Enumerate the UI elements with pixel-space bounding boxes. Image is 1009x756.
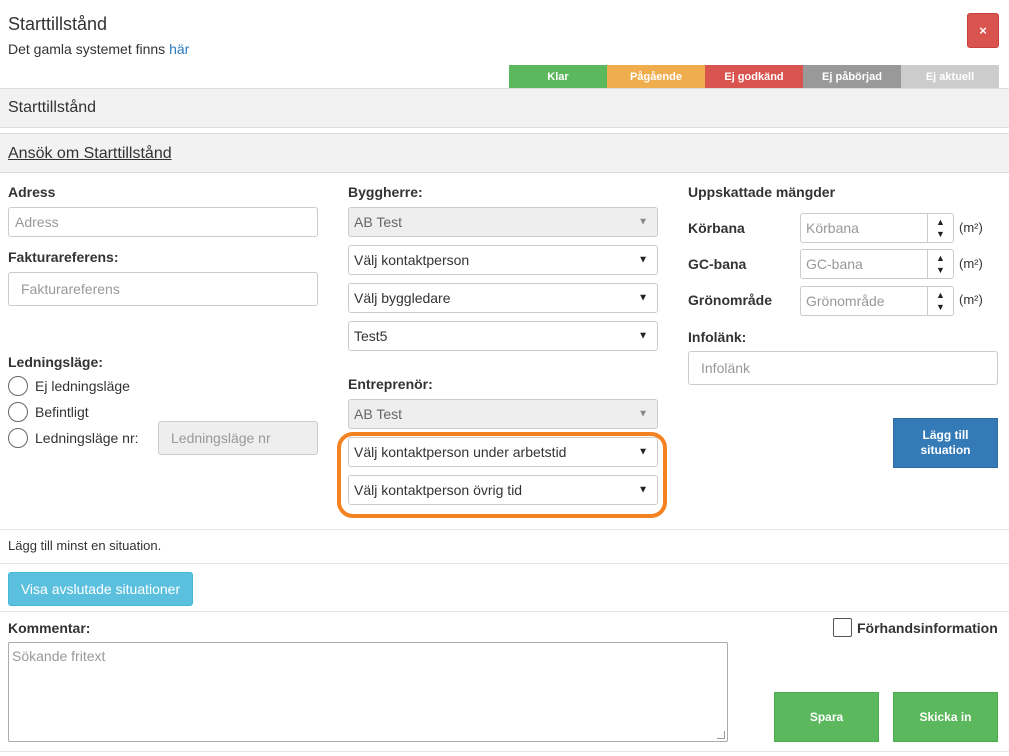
caret-down-icon: ▼ (638, 330, 648, 342)
radio-existing-label: Befintligt (35, 404, 89, 420)
green-area-label: Grönområde (688, 292, 773, 308)
preinfo-label: Förhandsinformation (857, 620, 998, 636)
caret-down-icon[interactable]: ▼ (936, 264, 945, 276)
comment-textarea[interactable]: Sökande fritext (8, 642, 728, 742)
caret-down-icon[interactable]: ▼ (936, 301, 945, 313)
subtitle: Det gamla systemet finns här (8, 41, 189, 57)
test5-select-value: Test5 (354, 328, 388, 344)
divider (0, 563, 1009, 564)
preinfo-checkbox[interactable] (833, 618, 852, 637)
close-button[interactable]: × (967, 13, 999, 48)
gc-stepper[interactable]: GC-bana ▲ ▼ (800, 249, 954, 279)
caret-up-icon[interactable]: ▲ (936, 216, 945, 228)
road-label: Körbana (688, 220, 745, 236)
line-position-label: Ledningsläge: (8, 354, 103, 370)
divider (0, 751, 1009, 752)
radio-line-nr-label: Ledningsläge nr: (35, 430, 139, 446)
green-area-input[interactable]: Grönområde (801, 287, 927, 315)
gc-label: GC-bana (688, 256, 747, 272)
contractor-label: Entreprenör: (348, 376, 433, 392)
radio-no-line[interactable] (8, 376, 28, 396)
line-nr-input[interactable]: Ledningsläge nr (158, 421, 318, 455)
road-unit: (m²) (959, 220, 983, 235)
stepper-arrows[interactable]: ▲ ▼ (927, 214, 953, 242)
road-input[interactable]: Körbana (801, 214, 927, 242)
caret-down-icon[interactable]: ▼ (936, 228, 945, 240)
radio-line-nr[interactable] (8, 428, 28, 448)
old-system-link[interactable]: här (169, 41, 189, 57)
status-badge-ej-paborjad: Ej påbörjad (803, 65, 901, 88)
status-badge-pagaende: Pågående (607, 65, 705, 88)
invoice-label: Fakturareferens: (8, 249, 119, 265)
infolink-label: Infolänk: (688, 329, 747, 345)
status-badge-ej-godkand: Ej godkänd (705, 65, 803, 88)
caret-down-icon: ▼ (638, 254, 648, 266)
page-title: Starttillstånd (8, 14, 108, 34)
builder-select-value: AB Test (354, 214, 402, 230)
caret-up-icon[interactable]: ▲ (936, 289, 945, 301)
section-title-apply[interactable]: Ansök om Starttillstånd (8, 145, 172, 163)
contractor-select-value: AB Test (354, 406, 402, 422)
green-area-unit: (m²) (959, 292, 983, 307)
builder-select: AB Test ▼ (348, 207, 658, 237)
site-manager-select-value: Välj byggledare (354, 290, 451, 306)
section-header-main: Starttillstånd (0, 88, 1009, 128)
green-area-stepper[interactable]: Grönområde ▲ ▼ (800, 286, 954, 316)
status-badge-klar: Klar (509, 65, 607, 88)
comment-label: Kommentar: (8, 620, 91, 636)
road-stepper[interactable]: Körbana ▲ ▼ (800, 213, 954, 243)
comment-placeholder: Sökande fritext (12, 648, 106, 664)
gc-input[interactable]: GC-bana (801, 250, 927, 278)
stepper-arrows[interactable]: ▲ ▼ (927, 287, 953, 315)
subtitle-text: Det gamla systemet finns (8, 41, 170, 57)
status-badge-ej-aktuell: Ej aktuell (901, 65, 999, 88)
add-situation-label-2: situation (920, 443, 971, 457)
estimated-amounts-label: Uppskattade mängder (688, 184, 836, 200)
address-input[interactable]: Adress (8, 207, 318, 237)
divider (0, 529, 1009, 530)
contact-person-select-value: Välj kontaktperson (354, 252, 470, 268)
site-manager-select[interactable]: Välj byggledare ▼ (348, 283, 658, 313)
situation-note: Lägg till minst en situation. (8, 538, 162, 553)
add-situation-button[interactable]: Lägg till situation (893, 418, 998, 468)
divider (0, 611, 1009, 612)
contractor-select: AB Test ▼ (348, 399, 658, 429)
section-header-apply[interactable]: Ansök om Starttillstånd (0, 133, 1009, 173)
stepper-arrows[interactable]: ▲ ▼ (927, 250, 953, 278)
submit-button[interactable]: Skicka in (893, 692, 998, 742)
show-completed-situations-button[interactable]: Visa avslutade situationer (8, 572, 193, 606)
status-legend: Klar Pågående Ej godkänd Ej påbörjad Ej … (509, 65, 999, 88)
radio-no-line-label: Ej ledningsläge (35, 378, 130, 394)
contact-person-select[interactable]: Välj kontaktperson ▼ (348, 245, 658, 275)
infolink-input[interactable]: Infolänk (688, 351, 998, 385)
caret-up-icon[interactable]: ▲ (936, 252, 945, 264)
gc-unit: (m²) (959, 256, 983, 271)
section-title-main: Starttillstånd (8, 99, 97, 116)
resize-handle-icon[interactable] (717, 731, 725, 739)
invoice-input[interactable]: Fakturareferens (8, 272, 318, 306)
add-situation-label-1: Lägg till (922, 428, 969, 442)
caret-down-icon: ▼ (638, 216, 648, 228)
address-label: Adress (8, 184, 56, 200)
caret-down-icon: ▼ (638, 408, 648, 420)
caret-down-icon: ▼ (638, 292, 648, 304)
radio-existing[interactable] (8, 402, 28, 422)
highlight-annotation (337, 432, 667, 518)
test5-select[interactable]: Test5 ▼ (348, 321, 658, 351)
save-button[interactable]: Spara (774, 692, 879, 742)
builder-label: Byggherre: (348, 184, 423, 200)
